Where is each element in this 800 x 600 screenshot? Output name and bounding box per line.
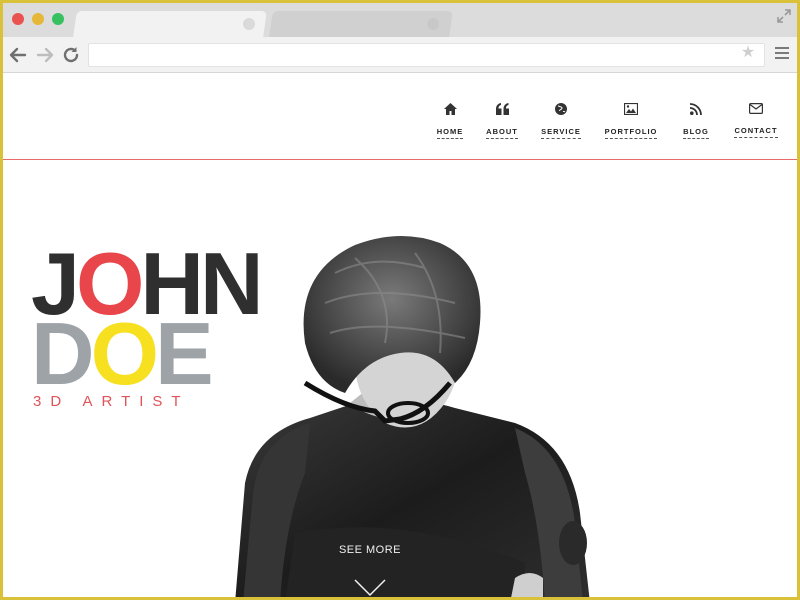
nav-item-blog[interactable]: BLOG xyxy=(678,103,714,139)
reload-icon[interactable] xyxy=(61,45,81,65)
browser-toolbar: ★ xyxy=(3,37,797,73)
maximize-window-button[interactable] xyxy=(52,13,64,25)
nav-item-portfolio[interactable]: PORTFOLIO xyxy=(603,103,659,139)
home-icon xyxy=(443,103,457,115)
site-header: HOME ABOUT SERVICE PORTFOLIO BLOG CONTAC… xyxy=(3,73,797,160)
image-icon xyxy=(624,103,638,115)
nav-item-about[interactable]: ABOUT xyxy=(482,103,522,139)
nav-label-blog: BLOG xyxy=(683,127,709,139)
portrait-photo xyxy=(235,235,590,597)
see-more-link[interactable]: SEE MORE xyxy=(323,544,417,556)
tab-bar xyxy=(3,3,797,37)
chevron-down-icon[interactable] xyxy=(354,579,386,597)
nav-item-home[interactable]: HOME xyxy=(430,103,470,139)
hero-subtitle: 3D ARTIST xyxy=(33,393,190,410)
minimize-window-button[interactable] xyxy=(32,13,44,25)
name-letter-accent: O xyxy=(90,304,159,403)
tab-inactive[interactable] xyxy=(269,11,453,37)
hero-name-last: DOE xyxy=(31,310,214,398)
nav-item-contact[interactable]: CONTACT xyxy=(733,103,779,138)
tab-active[interactable] xyxy=(73,11,267,37)
tab-close-button[interactable] xyxy=(427,18,439,30)
name-letter: D xyxy=(31,304,95,403)
browser-window: ★ HOME ABOUT SERVICE PORTFOLIO BLOG CONT… xyxy=(3,3,797,597)
nav-label-portfolio: PORTFOLIO xyxy=(604,127,658,139)
close-window-button[interactable] xyxy=(12,13,24,25)
quote-icon xyxy=(495,103,509,115)
address-bar[interactable] xyxy=(88,43,765,67)
rss-icon xyxy=(690,103,702,115)
hamburger-menu-icon[interactable] xyxy=(775,47,789,61)
globe-icon xyxy=(555,103,567,115)
hero-section: JOHN DOE 3D ARTIST SEE MORE xyxy=(3,161,797,597)
name-letters: E xyxy=(155,304,214,403)
fullscreen-icon[interactable] xyxy=(777,9,791,23)
nav-label-about: ABOUT xyxy=(486,127,518,139)
star-icon[interactable]: ★ xyxy=(740,45,756,61)
nav-label-home: HOME xyxy=(436,127,464,139)
nav-label-service: SERVICE xyxy=(541,127,581,139)
tab-close-button[interactable] xyxy=(243,18,255,30)
nav-item-service[interactable]: SERVICE xyxy=(536,103,586,139)
forward-arrow-icon[interactable] xyxy=(35,45,55,65)
back-arrow-icon[interactable] xyxy=(8,45,28,65)
envelope-icon xyxy=(749,103,763,114)
nav-label-contact: CONTACT xyxy=(734,126,778,138)
